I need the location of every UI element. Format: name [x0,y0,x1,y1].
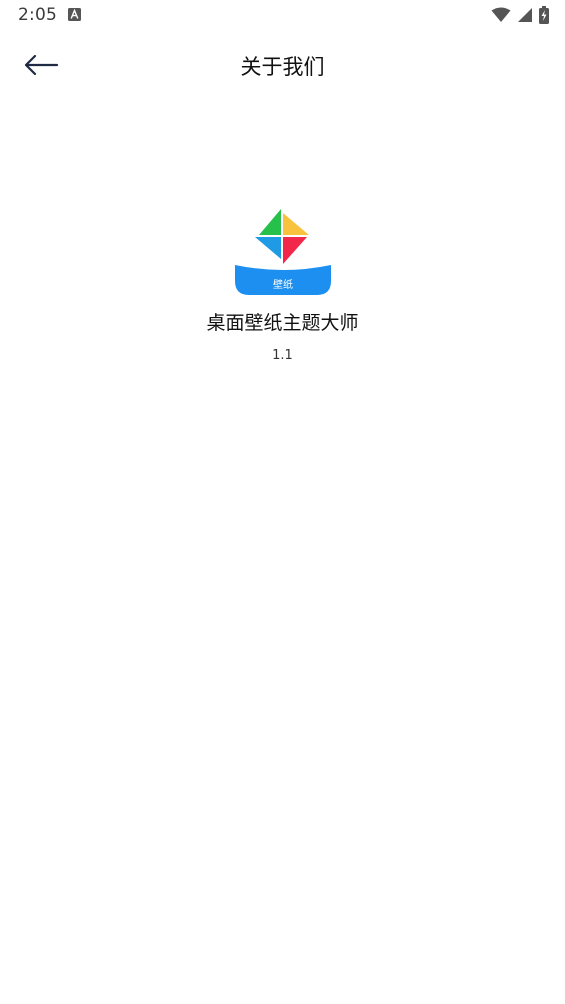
battery-charging-icon [539,6,549,24]
app-header: 关于我们 [0,32,565,98]
page-title: 关于我们 [240,55,325,79]
app-logo: 壁纸 [235,209,331,295]
keyboard-a-icon [68,8,81,21]
cellular-signal-icon [518,8,532,22]
status-bar: 2:05 [0,0,565,32]
status-time: 2:05 [18,5,57,25]
logo-text: 壁纸 [273,278,293,291]
status-icons [491,6,549,24]
wifi-icon [491,7,511,22]
app-version: 1.1 [272,348,293,363]
app-name: 桌面壁纸主题大师 [206,312,359,334]
